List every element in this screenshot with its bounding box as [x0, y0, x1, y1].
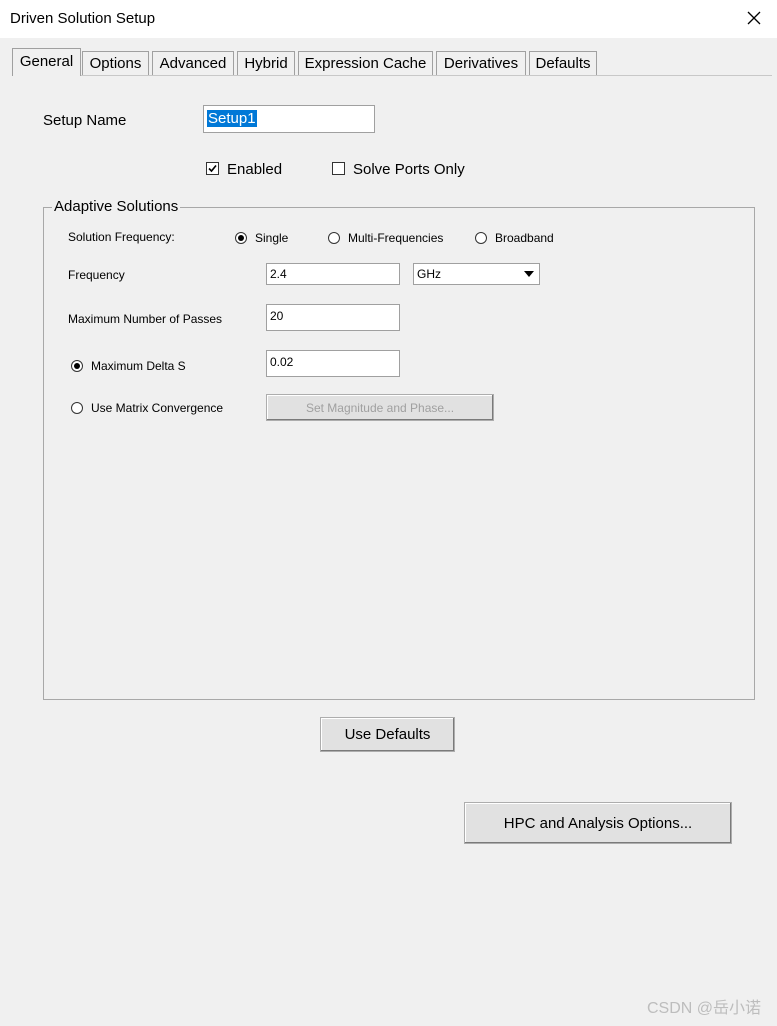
tab-label: Options	[89, 55, 142, 72]
tab-general[interactable]: General	[12, 48, 81, 76]
tab-label: General	[19, 53, 74, 70]
max-delta-s-label: Maximum Delta S	[91, 359, 186, 373]
tab-label: Defaults	[535, 55, 591, 72]
radio-single[interactable]	[235, 232, 247, 244]
frequency-unit-value: GHz	[417, 267, 441, 281]
tab-options[interactable]: Options	[82, 51, 149, 75]
use-defaults-button[interactable]: Use Defaults	[320, 717, 455, 752]
radio-multi-frequencies-label: Multi-Frequencies	[348, 231, 444, 245]
radio-multi-frequencies[interactable]	[328, 232, 340, 244]
radio-use-matrix-convergence[interactable]	[71, 402, 83, 414]
max-passes-input[interactable]: 20	[266, 304, 400, 331]
setup-name-input[interactable]: Setup1	[203, 105, 375, 133]
hpc-analysis-options-button[interactable]: HPC and Analysis Options...	[464, 802, 732, 844]
chevron-down-icon	[524, 271, 534, 277]
frequency-label: Frequency	[68, 268, 125, 282]
tab-expression-cache[interactable]: Expression Cache	[298, 51, 433, 75]
radio-broadband-label: Broadband	[495, 231, 554, 245]
dropdown-arrow[interactable]	[520, 265, 538, 283]
tab-advanced[interactable]: Advanced	[152, 51, 234, 75]
solve-ports-only-label: Solve Ports Only	[353, 161, 465, 178]
tab-defaults[interactable]: Defaults	[529, 51, 597, 75]
tab-label: Hybrid	[244, 55, 288, 72]
radio-single-label: Single	[255, 231, 289, 245]
close-icon	[747, 11, 761, 25]
tab-label: Derivatives	[443, 55, 519, 72]
title-bar: Driven Solution Setup	[0, 0, 777, 38]
solve-ports-only-checkbox[interactable]	[332, 162, 345, 175]
setup-name-label: Setup Name	[43, 112, 127, 129]
set-magnitude-phase-button[interactable]: Set Magnitude and Phase...	[266, 394, 494, 421]
tab-label: Advanced	[159, 55, 227, 72]
radio-selected-dot	[74, 363, 80, 369]
adaptive-solutions-title: Adaptive Solutions	[52, 198, 181, 215]
use-matrix-convergence-label: Use Matrix Convergence	[91, 401, 224, 415]
tab-hybrid[interactable]: Hybrid	[237, 51, 295, 75]
max-delta-s-input[interactable]: 0.02	[266, 350, 400, 377]
tab-derivatives[interactable]: Derivatives	[436, 51, 526, 75]
frequency-unit-select[interactable]: GHz	[413, 263, 540, 285]
frequency-input[interactable]: 2.4	[266, 263, 400, 285]
window-title: Driven Solution Setup	[10, 10, 156, 27]
max-passes-label: Maximum Number of Passes	[68, 312, 223, 326]
radio-broadband[interactable]	[475, 232, 487, 244]
close-button[interactable]	[739, 3, 769, 33]
radio-selected-dot	[238, 235, 244, 241]
tab-label: Expression Cache	[304, 55, 427, 72]
checkmark-icon	[208, 164, 217, 173]
setup-name-value: Setup1	[207, 110, 257, 127]
enabled-label: Enabled	[227, 161, 283, 178]
watermark: CSDN @岳小诺	[646, 1000, 761, 1017]
solution-frequency-label: Solution Frequency:	[68, 230, 175, 244]
enabled-checkbox[interactable]	[206, 162, 219, 175]
radio-max-delta-s[interactable]	[71, 360, 83, 372]
